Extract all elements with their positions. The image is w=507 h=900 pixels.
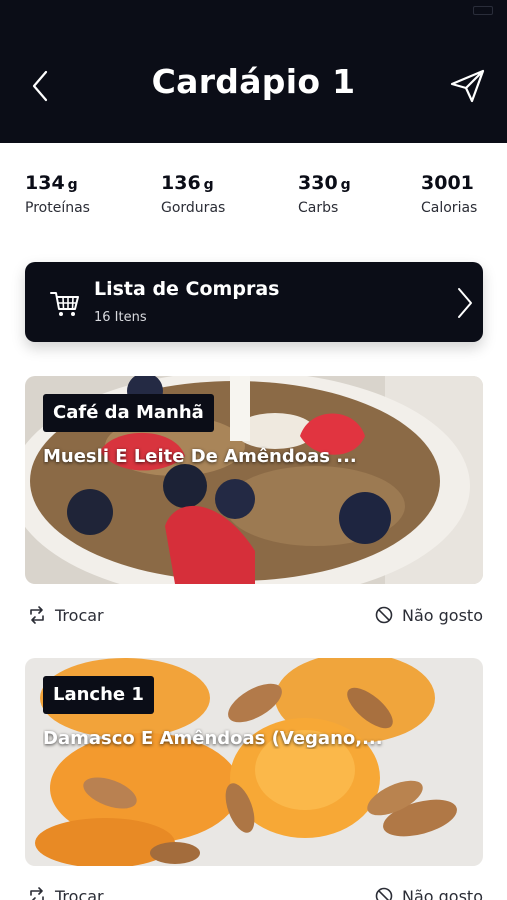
share-button[interactable] [448, 66, 488, 106]
macro-fats: 136 g Gorduras [161, 172, 225, 216]
macro-value: 3001 [421, 172, 474, 194]
macro-label: Carbs [298, 200, 339, 216]
macro-value: 134 [25, 172, 65, 194]
shopping-list-card[interactable]: Lista de Compras 16 Itens [25, 262, 483, 342]
chevron-right-icon [458, 288, 472, 318]
macro-label: Gorduras [161, 200, 226, 216]
macro-value: 136 [161, 172, 201, 194]
macro-label: Proteínas [25, 200, 90, 216]
meal-card-breakfast[interactable]: Café da Manhã Muesli E Leite De Amêndoas… [25, 376, 483, 584]
meal-actions: Trocar Não gosto [25, 605, 483, 629]
block-icon [375, 606, 393, 624]
macro-label: Calorias [421, 200, 478, 216]
macro-calories: 3001 Calorias [421, 172, 477, 216]
shopping-list-count: 16 Itens [94, 310, 147, 325]
cart-icon [50, 292, 79, 316]
battery-icon [473, 6, 493, 15]
shopping-list-title: Lista de Compras [94, 278, 280, 300]
macros-summary: 134 g Proteínas 136 g Gorduras 330 g Carbs … [0, 172, 507, 232]
page-title: Cardápio 1 [151, 62, 356, 101]
dislike-label: Não gosto [402, 886, 483, 900]
macro-unit: g [67, 177, 78, 193]
swap-label: Trocar [55, 605, 104, 625]
macro-unit: g [340, 177, 351, 193]
meal-card-snack[interactable]: Lanche 1 Damasco E Amêndoas (Vegano,... [25, 658, 483, 866]
swap-icon [30, 887, 44, 900]
meal-type-badge: Lanche 1 [43, 676, 154, 714]
meal-type-badge: Café da Manhã [43, 394, 214, 432]
status-bar [0, 0, 507, 22]
dislike-button[interactable]: Não gosto [374, 605, 483, 625]
macro-unit: g [203, 177, 214, 193]
macro-value: 330 [298, 172, 338, 194]
meal-title: Muesli E Leite De Amêndoas ... [43, 446, 357, 467]
dislike-label: Não gosto [402, 605, 483, 625]
swap-label: Trocar [55, 886, 104, 900]
macro-carbs: 330 g Carbs [298, 172, 351, 216]
app-header: Cardápio 1 [0, 0, 507, 143]
swap-button[interactable]: Trocar [27, 605, 104, 625]
swap-icon [30, 606, 44, 624]
dislike-button[interactable]: Não gosto [374, 886, 483, 900]
send-icon [450, 69, 485, 103]
macro-proteins: 134 g Proteínas [25, 172, 90, 216]
meal-title: Damasco E Amêndoas (Vegano,... [43, 728, 383, 749]
block-icon [375, 887, 393, 900]
meal-actions: Trocar Não gosto [25, 886, 483, 900]
swap-button[interactable]: Trocar [27, 886, 104, 900]
